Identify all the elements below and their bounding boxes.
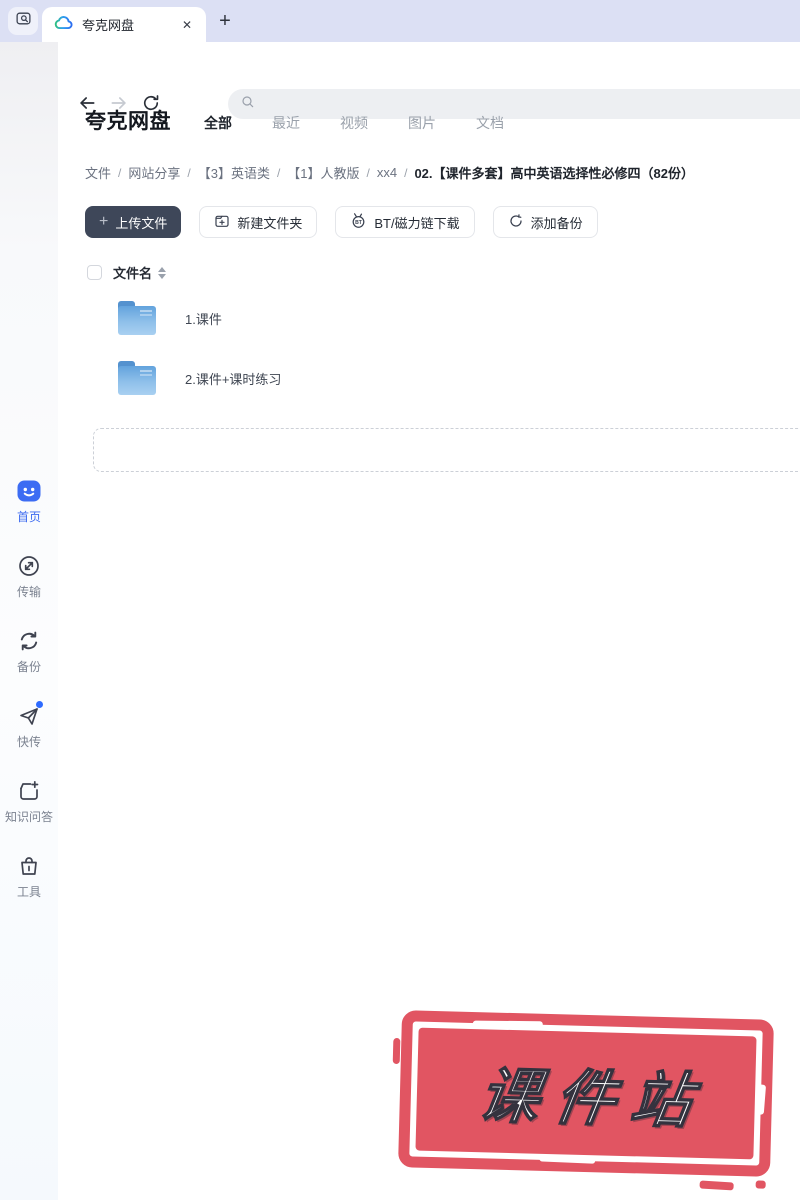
breadcrumb-item[interactable]: 【1】人教版	[287, 163, 359, 182]
bt-tv-icon: BT	[350, 212, 374, 232]
close-icon[interactable]: ✕	[180, 16, 194, 34]
knowledge-qa-icon	[16, 778, 42, 804]
breadcrumb: 文件 / 网站分享 / 【3】英语类 / 【1】人教版 / xx4 / 02.【…	[85, 163, 800, 182]
sidebar-label: 工具	[16, 885, 41, 899]
home-smiley-icon	[16, 478, 42, 504]
upload-file-label: 上传文件	[115, 215, 168, 231]
folder-icon	[118, 301, 156, 335]
page-title: 夸克网盘	[85, 110, 171, 133]
sidebar-label: 首页	[16, 510, 41, 524]
file-list-header: 文件名	[85, 263, 800, 282]
sidebar-label: 知识问答	[4, 810, 53, 824]
new-folder-label: 新建文件夹	[237, 215, 303, 231]
stamp-border: 课件站	[398, 1010, 774, 1177]
quick-send-icon	[16, 701, 43, 729]
file-name-column-header: 文件名	[113, 266, 153, 281]
backup-sync-icon	[16, 628, 42, 654]
sidebar-item-transfer[interactable]: 传输	[0, 553, 58, 628]
sidebar-item-quick-send[interactable]: 快传	[0, 701, 58, 778]
bt-magnet-download-button[interactable]: BT BT/磁力链下载	[335, 206, 475, 238]
bt-download-label: BT/磁力链下载	[374, 215, 460, 231]
tab-documents[interactable]: 文档	[476, 113, 504, 133]
upload-file-button[interactable]: + 上传文件	[85, 206, 182, 238]
sync-circle-icon	[508, 213, 531, 232]
add-backup-label: 添加备份	[530, 215, 583, 231]
sidebar-label: 备份	[16, 660, 41, 674]
breadcrumb-item[interactable]: 【3】英语类	[198, 163, 270, 182]
plus-icon: +	[99, 213, 109, 230]
action-bar: + 上传文件 新建文件夹 BT BT/磁力链下载 添加备份	[85, 206, 800, 238]
svg-text:BT: BT	[355, 220, 363, 226]
file-row[interactable]: 2.课件+课时练习	[85, 348, 800, 408]
tab-recent[interactable]: 最近	[272, 113, 300, 133]
breadcrumb-separator: /	[404, 165, 408, 180]
breadcrumb-item[interactable]: 文件	[85, 163, 111, 182]
browser-toolbar	[0, 42, 800, 119]
folder-icon	[118, 361, 156, 395]
browser-tab[interactable]: 夸克网盘 ✕	[42, 7, 206, 42]
watermark-stamp: 课件站	[392, 1010, 774, 1191]
breadcrumb-item[interactable]: 网站分享	[128, 163, 180, 182]
tab-images[interactable]: 图片	[408, 113, 436, 133]
breadcrumb-separator: /	[118, 165, 122, 180]
browser-tabbar: 夸克网盘 ✕ +	[0, 0, 800, 42]
toolbox-icon	[16, 853, 42, 879]
file-rows: 1.课件 2.课件+课时练习	[85, 288, 800, 408]
tab-all[interactable]: 全部	[204, 113, 232, 133]
tab-title: 夸克网盘	[82, 18, 135, 33]
breadcrumb-separator: /	[366, 165, 370, 180]
sidebar-item-tools[interactable]: 工具	[0, 853, 58, 928]
new-tab-button[interactable]: +	[212, 8, 238, 34]
select-all-checkbox[interactable]	[87, 265, 102, 280]
breadcrumb-separator: /	[187, 165, 191, 180]
sidebar: 首页 传输 备份 快传 知识问答 工具	[0, 42, 58, 1200]
sidebar-label: 快传	[16, 735, 41, 749]
file-name: 1.课件	[185, 311, 222, 327]
workspace-search-button[interactable]	[8, 7, 38, 35]
tab-videos[interactable]: 视频	[340, 113, 368, 133]
stamp-text: 课件站	[474, 1062, 713, 1136]
file-row[interactable]: 1.课件	[85, 288, 800, 348]
transfer-icon	[16, 553, 42, 579]
quark-drive-page: 夸克网盘 ✕ + 首页 传输 备份 快传 知识问答 工具 夸克网盘 全部 最近 …	[0, 0, 800, 1200]
main-content: 夸克网盘 全部 最近 视频 图片 文档 文件 / 网站分享 / 【3】英语类 /…	[58, 84, 800, 472]
file-name: 2.课件+课时练习	[185, 371, 282, 387]
view-tabs: 全部 最近 视频 图片 文档	[204, 113, 504, 133]
upload-dropzone[interactable]	[93, 428, 800, 472]
sidebar-item-home[interactable]: 首页	[0, 478, 58, 553]
add-backup-button[interactable]: 添加备份	[492, 206, 598, 238]
new-folder-button[interactable]: 新建文件夹	[199, 206, 318, 238]
window-search-icon	[15, 10, 32, 32]
sort-icon[interactable]	[158, 266, 167, 279]
sidebar-label: 传输	[16, 585, 41, 599]
quark-logo-icon	[54, 13, 73, 37]
notification-dot	[36, 701, 43, 708]
breadcrumb-item[interactable]: xx4	[377, 165, 397, 180]
breadcrumb-current: 02.【课件多套】高中英语选择性必修四（82份）	[414, 166, 694, 181]
sidebar-item-backup[interactable]: 备份	[0, 628, 58, 703]
breadcrumb-separator: /	[276, 165, 281, 180]
sidebar-item-knowledge-qa[interactable]: 知识问答	[0, 778, 58, 853]
folder-plus-icon	[214, 213, 237, 232]
